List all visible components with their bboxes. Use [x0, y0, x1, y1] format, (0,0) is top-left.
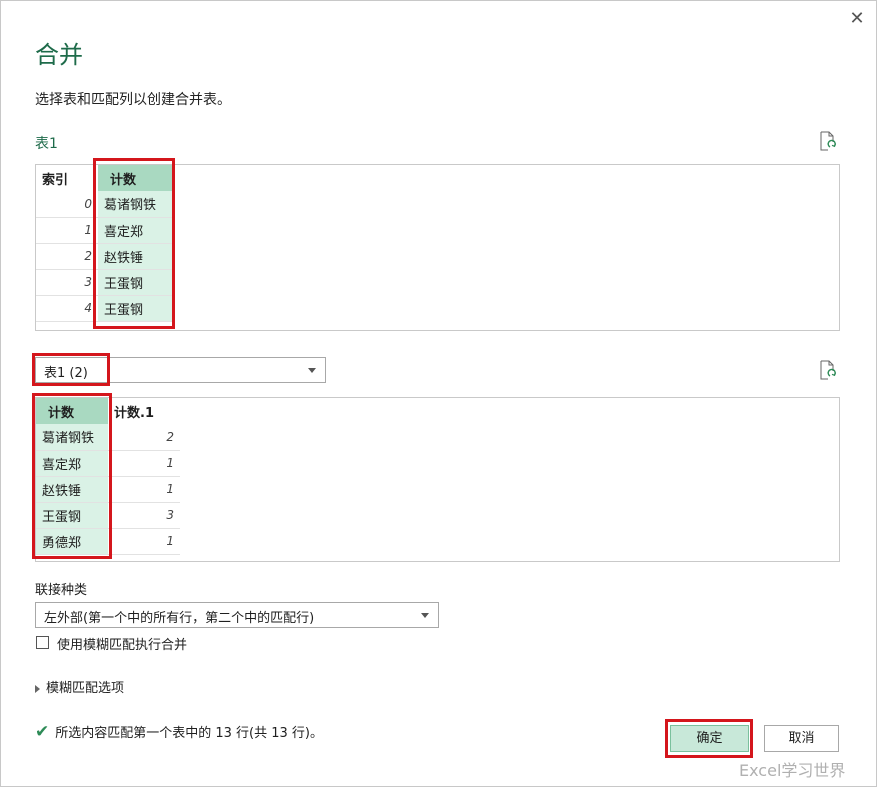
name-cell[interactable]: 葛诸钢铁 — [36, 424, 108, 450]
table1-label: 表1 — [35, 136, 58, 152]
chevron-down-icon — [308, 368, 316, 373]
name-cell[interactable]: 喜定郑 — [36, 450, 108, 476]
table-row: 1 喜定郑 — [36, 217, 172, 243]
checkmark-icon: ✔ — [35, 722, 50, 742]
table2-select[interactable]: 表1 (2) — [35, 357, 326, 383]
table2-select-value: 表1 (2) — [44, 366, 88, 381]
table-row: 2 赵铁锤 — [36, 243, 172, 269]
merge-dialog: ✕ 合并 选择表和匹配列以创建合并表。 表1 索引 计数 0 葛诸钢铁 1 喜定… — [0, 0, 877, 787]
table-row: 0 葛诸钢铁 — [36, 191, 172, 217]
table-row: 3 王蛋钢 — [36, 269, 172, 295]
name-cell[interactable]: 赵铁锤 — [98, 243, 172, 269]
name-cell[interactable]: 王蛋钢 — [98, 269, 172, 295]
match-status-text: 所选内容匹配第一个表中的 13 行(共 13 行)。 — [55, 726, 324, 741]
column-header-index[interactable]: 索引 — [36, 165, 98, 191]
match-status: ✔ 所选内容匹配第一个表中的 13 行(共 13 行)。 — [35, 722, 323, 742]
fuzzy-match-checkbox[interactable] — [36, 636, 49, 649]
count-cell: 3 — [166, 508, 174, 522]
refresh-preview-icon[interactable] — [819, 131, 837, 151]
table-row: 喜定郑 1 — [36, 450, 180, 476]
table2-preview: 计数 计数.1 葛诸钢铁 2 喜定郑 1 赵铁锤 1 王蛋钢 3 勇德郑 1 — [35, 397, 840, 562]
index-cell: 2 — [84, 249, 92, 263]
table-row: 赵铁锤 1 — [36, 476, 180, 502]
name-cell[interactable]: 王蛋钢 — [98, 295, 172, 321]
table-row: 勇德郑 1 — [36, 528, 180, 554]
refresh-preview-icon[interactable] — [819, 360, 837, 380]
name-cell[interactable]: 赵铁锤 — [36, 476, 108, 502]
name-cell[interactable]: 喜定郑 — [98, 217, 172, 243]
table2-grid: 计数 计数.1 葛诸钢铁 2 喜定郑 1 赵铁锤 1 王蛋钢 3 勇德郑 1 — [36, 398, 180, 555]
watermark: Excel学习世界 — [739, 761, 846, 780]
count-cell: 1 — [166, 482, 174, 496]
table1-preview: 索引 计数 0 葛诸钢铁 1 喜定郑 2 赵铁锤 3 王蛋钢 4 王蛋钢 — [35, 164, 840, 331]
count-cell: 2 — [166, 429, 174, 444]
index-cell: 0 — [84, 196, 92, 211]
column-header-count[interactable]: 计数 — [98, 165, 172, 191]
dialog-subtitle: 选择表和匹配列以创建合并表。 — [35, 92, 231, 108]
count-cell: 1 — [166, 456, 174, 470]
name-cell[interactable]: 王蛋钢 — [36, 502, 108, 528]
close-icon[interactable]: ✕ — [847, 9, 867, 29]
column-header-count-1[interactable]: 计数.1 — [108, 398, 180, 424]
cancel-button[interactable]: 取消 — [764, 725, 839, 752]
join-kind-select[interactable]: 左外部(第一个中的所有行，第二个中的匹配行) — [35, 602, 439, 628]
fuzzy-options-label: 模糊匹配选项 — [46, 681, 125, 696]
table1-grid: 索引 计数 0 葛诸钢铁 1 喜定郑 2 赵铁锤 3 王蛋钢 4 王蛋钢 — [36, 165, 172, 322]
index-cell: 3 — [84, 275, 92, 289]
join-kind-label: 联接种类 — [35, 583, 88, 598]
fuzzy-options-expander[interactable]: 模糊匹配选项 — [35, 677, 124, 696]
column-header-count[interactable]: 计数 — [36, 398, 108, 424]
table-row: 4 王蛋钢 — [36, 295, 172, 321]
chevron-right-icon — [35, 684, 40, 693]
table-row: 王蛋钢 3 — [36, 502, 180, 528]
index-cell: 1 — [84, 223, 92, 237]
index-cell: 4 — [84, 301, 92, 315]
count-cell: 1 — [166, 534, 174, 548]
name-cell[interactable]: 勇德郑 — [36, 528, 108, 554]
fuzzy-match-label[interactable]: 使用模糊匹配执行合并 — [57, 634, 187, 653]
table-row: 葛诸钢铁 2 — [36, 424, 180, 450]
dialog-title: 合并 — [35, 41, 83, 69]
chevron-down-icon — [421, 613, 429, 618]
name-cell[interactable]: 葛诸钢铁 — [98, 191, 172, 217]
ok-button[interactable]: 确定 — [670, 725, 749, 752]
join-kind-value: 左外部(第一个中的所有行，第二个中的匹配行) — [44, 611, 315, 626]
